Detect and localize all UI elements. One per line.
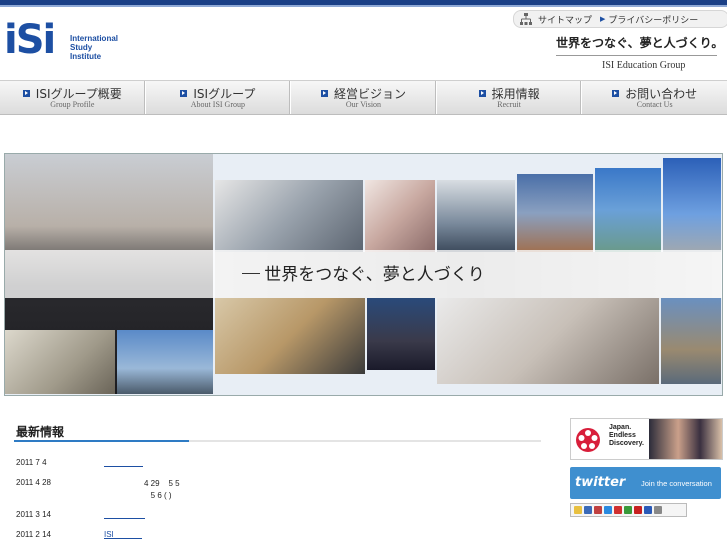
nav-label-jp: お問い合わせ xyxy=(625,87,698,101)
japan-banner-line-3: Discovery. xyxy=(609,440,644,447)
japan-banner-text: Japan. Endless Discovery. xyxy=(609,424,644,448)
japan-banner-line-2: Endless xyxy=(609,432,636,439)
nav-item-contact-us[interactable]: お問い合わせ Contact Us xyxy=(582,81,727,114)
triangle-right-icon: ▶ xyxy=(600,16,606,23)
caption-dash xyxy=(242,273,261,274)
twitter-logo: twitter xyxy=(575,475,626,490)
nav-label-jp: ISIグループ概要 xyxy=(35,87,122,101)
main-nav: ISIグループ概要 Group Profile ISIグループ About IS… xyxy=(0,80,727,115)
bookmark-icon[interactable] xyxy=(604,506,612,514)
twitter-banner-text: Join the conversation xyxy=(641,479,712,488)
social-bookmark-bar xyxy=(570,503,687,517)
japan-banner-line-1: Japan. xyxy=(609,424,632,431)
bookmark-icon[interactable] xyxy=(574,506,582,514)
news-date: 2011 2 14 xyxy=(16,530,51,539)
nav-arrow-icon xyxy=(180,90,188,97)
news-divider-accent xyxy=(14,440,189,442)
japan-banner-photo xyxy=(649,419,722,459)
logo-line-3: Institute xyxy=(70,52,102,61)
logo-line-1: International xyxy=(70,34,119,43)
header-tagline: 世界をつなぐ、夢と人づくり。 xyxy=(556,36,724,50)
tagline-divider xyxy=(556,55,717,56)
twitter-banner[interactable]: twitter Join the conversation xyxy=(570,467,721,499)
photo-tower xyxy=(663,158,721,252)
nav-label-en: About ISI Group xyxy=(190,100,245,109)
nav-item-our-vision[interactable]: 経営ビジョン Our Vision xyxy=(291,81,437,114)
news-link[interactable] xyxy=(104,458,143,467)
bookmark-icon[interactable] xyxy=(594,506,602,514)
news-date: 2011 7 4 xyxy=(16,458,47,467)
hero-caption: 世界をつなぐ、夢と人づくり xyxy=(5,260,722,285)
nav-label-jp: 採用情報 xyxy=(491,87,540,101)
bookmark-icon[interactable] xyxy=(584,506,592,514)
header-top-stripe-light xyxy=(0,5,727,7)
nav-label-jp: ISIグループ xyxy=(193,87,256,101)
nav-arrow-icon xyxy=(22,90,30,97)
bookmark-icon[interactable] xyxy=(614,506,622,514)
japan-endless-discovery-banner[interactable]: Japan. Endless Discovery. xyxy=(570,418,723,460)
nav-item-about-isi-group[interactable]: ISIグループ About ISI Group xyxy=(146,81,292,114)
bookmark-icon[interactable] xyxy=(654,506,662,514)
logo-text: International Study Institute xyxy=(70,34,118,61)
news-date: 2011 4 28 xyxy=(16,478,51,487)
news-link[interactable] xyxy=(104,510,145,519)
bookmark-icon[interactable] xyxy=(644,506,652,514)
photo-students-computer xyxy=(215,180,363,252)
nav-label-en: Our Vision xyxy=(345,100,382,109)
photo-city-skyline xyxy=(117,330,213,394)
photo-student-crowd xyxy=(367,298,435,370)
hero-caption-text: 世界をつなぐ、夢と人づくり xyxy=(264,265,485,285)
nav-label-en: Contact Us xyxy=(636,100,673,109)
photo-classroom-left xyxy=(5,330,115,394)
photo-statue-of-liberty xyxy=(595,168,661,252)
sitemap-link[interactable]: サイトマップ xyxy=(538,13,592,26)
nav-item-group-profile[interactable]: ISIグループ概要 Group Profile xyxy=(0,81,146,114)
cherry-blossom-icon xyxy=(576,428,600,452)
nav-label-en: Group Profile xyxy=(50,100,95,109)
privacy-policy-link[interactable]: ▶ プライバシーポリシー xyxy=(600,13,698,26)
nav-label-en: Recruit xyxy=(497,100,521,109)
nav-arrow-icon xyxy=(320,90,328,97)
logo-mark: iSi xyxy=(4,17,56,63)
isi-logo[interactable]: iSi International Study Institute xyxy=(4,16,124,64)
news-date: 2011 3 14 xyxy=(16,510,51,519)
news-section-title: 最新情報 xyxy=(16,425,65,439)
nav-item-recruit[interactable]: 採用情報 Recruit xyxy=(437,81,583,114)
logo-line-2: Study xyxy=(70,43,93,52)
photo-harbor xyxy=(661,298,721,384)
group-name: ISI Education Group xyxy=(602,60,686,71)
nav-arrow-icon xyxy=(612,90,620,97)
utility-links: サイトマップ ▶ プライバシーポリシー xyxy=(513,10,727,28)
photo-school-building xyxy=(517,174,593,252)
bookmark-icon[interactable] xyxy=(624,506,632,514)
privacy-policy-label: プライバシーポリシー xyxy=(608,14,699,25)
photo-studying xyxy=(437,298,659,384)
photo-staff-group xyxy=(437,180,515,252)
photo-office xyxy=(215,298,365,374)
news-text: 4 29 5 5 5 6 ( ) xyxy=(144,479,180,500)
bookmark-icon[interactable] xyxy=(634,506,642,514)
nav-arrow-icon xyxy=(478,90,486,97)
sitemap-icon xyxy=(520,13,532,25)
hero-photo-collage: 世界をつなぐ、夢と人づくり xyxy=(4,153,723,396)
photo-teacher xyxy=(365,180,435,252)
news-link[interactable]: ISI xyxy=(104,530,142,539)
nav-label-jp: 経営ビジョン xyxy=(333,87,406,101)
